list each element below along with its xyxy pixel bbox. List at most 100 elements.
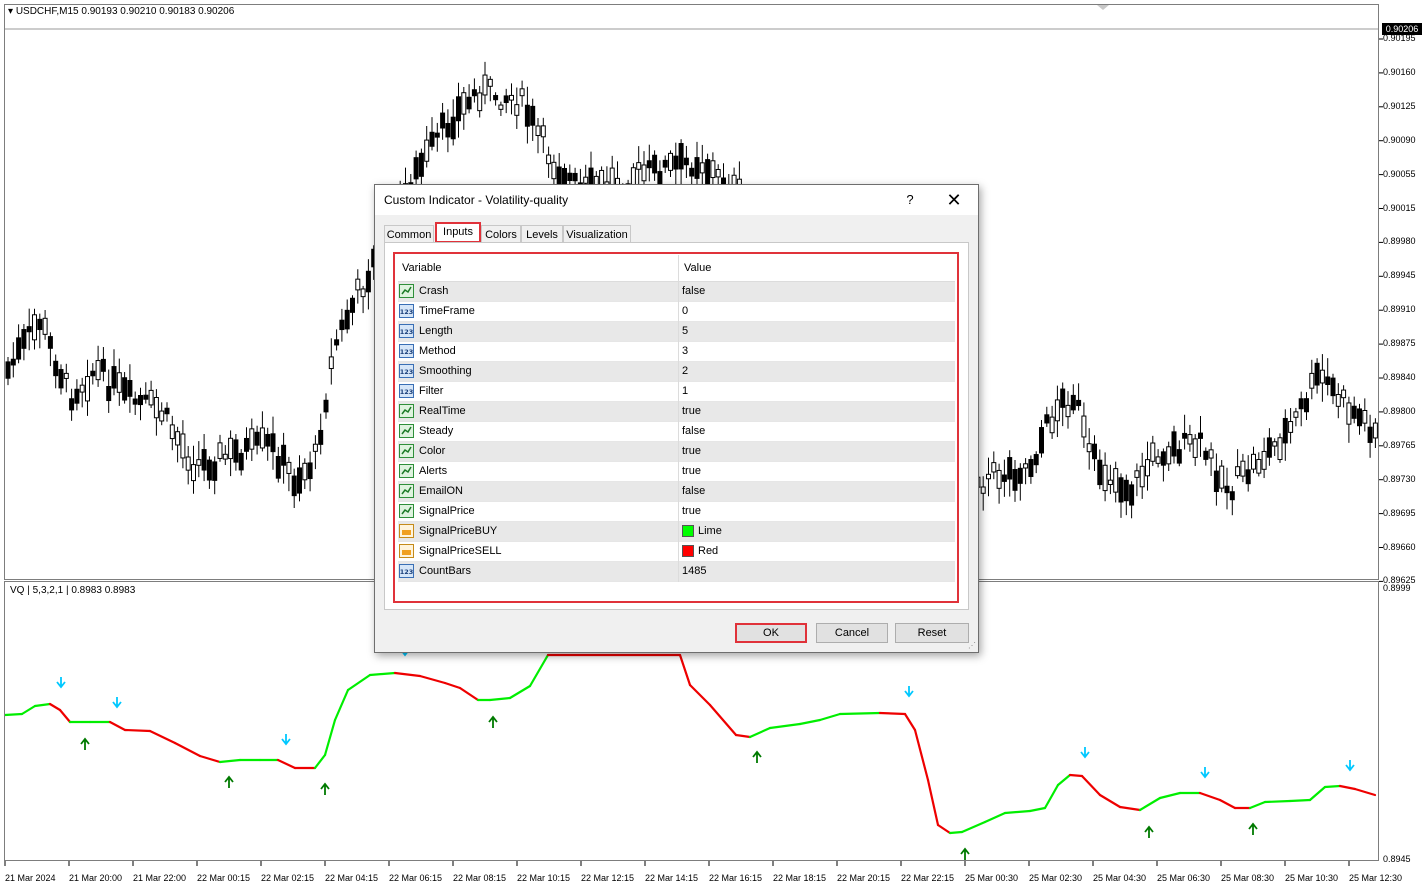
tab-common[interactable]: Common [384, 225, 434, 243]
time-tick-label: 22 Mar 12:15 [581, 873, 635, 883]
variable-name: Method [419, 345, 456, 357]
table-row[interactable]: Steady false [398, 422, 955, 442]
variable-value[interactable]: true [682, 405, 701, 417]
time-tick-label: 22 Mar 08:15 [453, 873, 507, 883]
inputs-table: Variable Value Crash false 123 TimeFrame 0 12… [393, 252, 959, 603]
svg-text:123: 123 [400, 368, 414, 376]
price-tick-label: 0.89840 [1383, 372, 1416, 382]
tab-visualization[interactable]: Visualization [563, 225, 631, 243]
variable-value[interactable]: false [682, 285, 705, 297]
svg-text:123: 123 [400, 568, 414, 576]
bool-icon [399, 284, 414, 298]
bool-icon [399, 464, 414, 478]
chart-menu-triangle-icon[interactable]: ▾ [8, 6, 13, 17]
variable-name: Color [419, 445, 446, 457]
table-row[interactable]: 123 Length 5 [398, 322, 955, 342]
variable-value[interactable]: true [682, 465, 701, 477]
table-row[interactable]: 123 Filter 1 [398, 382, 955, 402]
time-tick-label: 22 Mar 04:15 [325, 873, 379, 883]
time-tick-label: 22 Mar 06:15 [389, 873, 443, 883]
table-row[interactable]: EmailON false [398, 482, 955, 502]
help-button[interactable]: ? [897, 190, 923, 210]
time-tick-label: 21 Mar 20:00 [69, 873, 123, 883]
variable-name: Length [419, 325, 453, 337]
cancel-button[interactable]: Cancel [816, 623, 888, 643]
variable-value[interactable]: 3 [682, 345, 688, 357]
variable-name: Steady [419, 425, 454, 437]
price-tick-label: 0.90195 [1383, 33, 1416, 43]
reset-button[interactable]: Reset [895, 623, 969, 643]
tab-levels[interactable]: Levels [521, 225, 563, 243]
table-row[interactable]: Color true [398, 442, 955, 462]
variable-name: Alerts [419, 465, 448, 477]
inputs-panel: Variable Value Crash false 123 TimeFrame 0 12… [384, 242, 969, 610]
color-icon [399, 544, 414, 558]
variable-value[interactable]: 2 [682, 365, 688, 377]
column-header-value[interactable]: Value [684, 262, 711, 274]
variable-name: Filter [419, 385, 444, 397]
subwindow-tick-label: 0.8999 [1383, 583, 1411, 593]
price-tick-label: 0.90055 [1383, 168, 1416, 179]
variable-value[interactable]: false [682, 425, 705, 437]
price-tick-label: 0.89945 [1383, 270, 1416, 281]
variable-value[interactable]: Lime [698, 525, 722, 537]
time-tick-label: 22 Mar 10:15 [517, 873, 571, 883]
time-tick-label: 22 Mar 02:15 [261, 873, 315, 883]
time-tick-label: 25 Mar 10:30 [1285, 873, 1339, 883]
dialog-title-bar[interactable]: Custom Indicator - Volatility-quality ? … [375, 185, 978, 215]
color-swatch[interactable] [682, 545, 694, 557]
time-tick-label: 22 Mar 16:15 [709, 873, 763, 883]
price-tick-label: 0.89660 [1383, 541, 1416, 552]
variable-value[interactable]: 5 [682, 325, 688, 337]
table-row[interactable]: 123 CountBars 1485 [398, 562, 955, 582]
subwindow-title: VQ | 5,3,2,1 | 0.8983 0.8983 [10, 585, 136, 596]
color-swatch[interactable] [682, 525, 694, 537]
time-tick-label: 25 Mar 02:30 [1029, 873, 1083, 883]
int-icon: 123 [399, 384, 414, 398]
close-icon[interactable]: ✕ [941, 190, 967, 210]
variable-value[interactable]: true [682, 445, 701, 457]
time-tick-label: 22 Mar 14:15 [645, 873, 699, 883]
variable-value[interactable]: 0 [682, 305, 688, 317]
bool-icon [399, 504, 414, 518]
resize-grip-icon[interactable]: ⋰ [968, 642, 976, 650]
tab-inputs[interactable]: Inputs [435, 222, 481, 243]
variable-name: SignalPriceSELL [419, 545, 502, 557]
variable-value[interactable]: false [682, 485, 705, 497]
table-row[interactable]: Crash false [398, 282, 955, 302]
table-row[interactable]: SignalPrice true [398, 502, 955, 522]
svg-text:123: 123 [400, 388, 414, 396]
table-row[interactable]: SignalPriceSELL Red [398, 542, 955, 562]
dialog-title: Custom Indicator - Volatility-quality [384, 193, 569, 207]
table-row[interactable]: Alerts true [398, 462, 955, 482]
int-icon: 123 [399, 304, 414, 318]
price-tick-label: 0.90015 [1383, 202, 1416, 213]
variable-name: SignalPriceBUY [419, 525, 498, 537]
int-icon: 123 [399, 324, 414, 338]
chart-title: ▾ USDCHF,M15 0.90193 0.90210 0.90183 0.9… [8, 6, 234, 17]
time-tick-label: 22 Mar 18:15 [773, 873, 827, 883]
table-row[interactable]: RealTime true [398, 402, 955, 422]
bool-icon [399, 484, 414, 498]
table-row[interactable]: 123 Smoothing 2 [398, 362, 955, 382]
tab-colors[interactable]: Colors [481, 225, 521, 243]
time-tick-label: 22 Mar 20:15 [837, 873, 891, 883]
chart-symbol-quote: USDCHF,M15 0.90193 0.90210 0.90183 0.902… [15, 6, 235, 17]
table-row[interactable]: 123 Method 3 [398, 342, 955, 362]
time-tick-label: 22 Mar 00:15 [197, 873, 251, 883]
variable-value[interactable]: 1485 [682, 565, 706, 577]
price-tick-label: 0.89875 [1383, 338, 1416, 349]
table-row[interactable]: SignalPriceBUY Lime [398, 522, 955, 542]
column-header-variable[interactable]: Variable [402, 262, 442, 274]
table-row[interactable]: 123 TimeFrame 0 [398, 302, 955, 322]
ok-button[interactable]: OK [735, 623, 807, 643]
time-tick-label: 21 Mar 2024 [5, 873, 56, 883]
int-icon: 123 [399, 364, 414, 378]
bool-icon [399, 404, 414, 418]
variable-value[interactable]: Red [698, 545, 718, 557]
svg-text:123: 123 [400, 308, 414, 316]
variable-value[interactable]: 1 [682, 385, 688, 397]
price-tick-label: 0.89765 [1383, 439, 1416, 450]
variable-name: CountBars [419, 565, 471, 577]
variable-value[interactable]: true [682, 505, 701, 517]
